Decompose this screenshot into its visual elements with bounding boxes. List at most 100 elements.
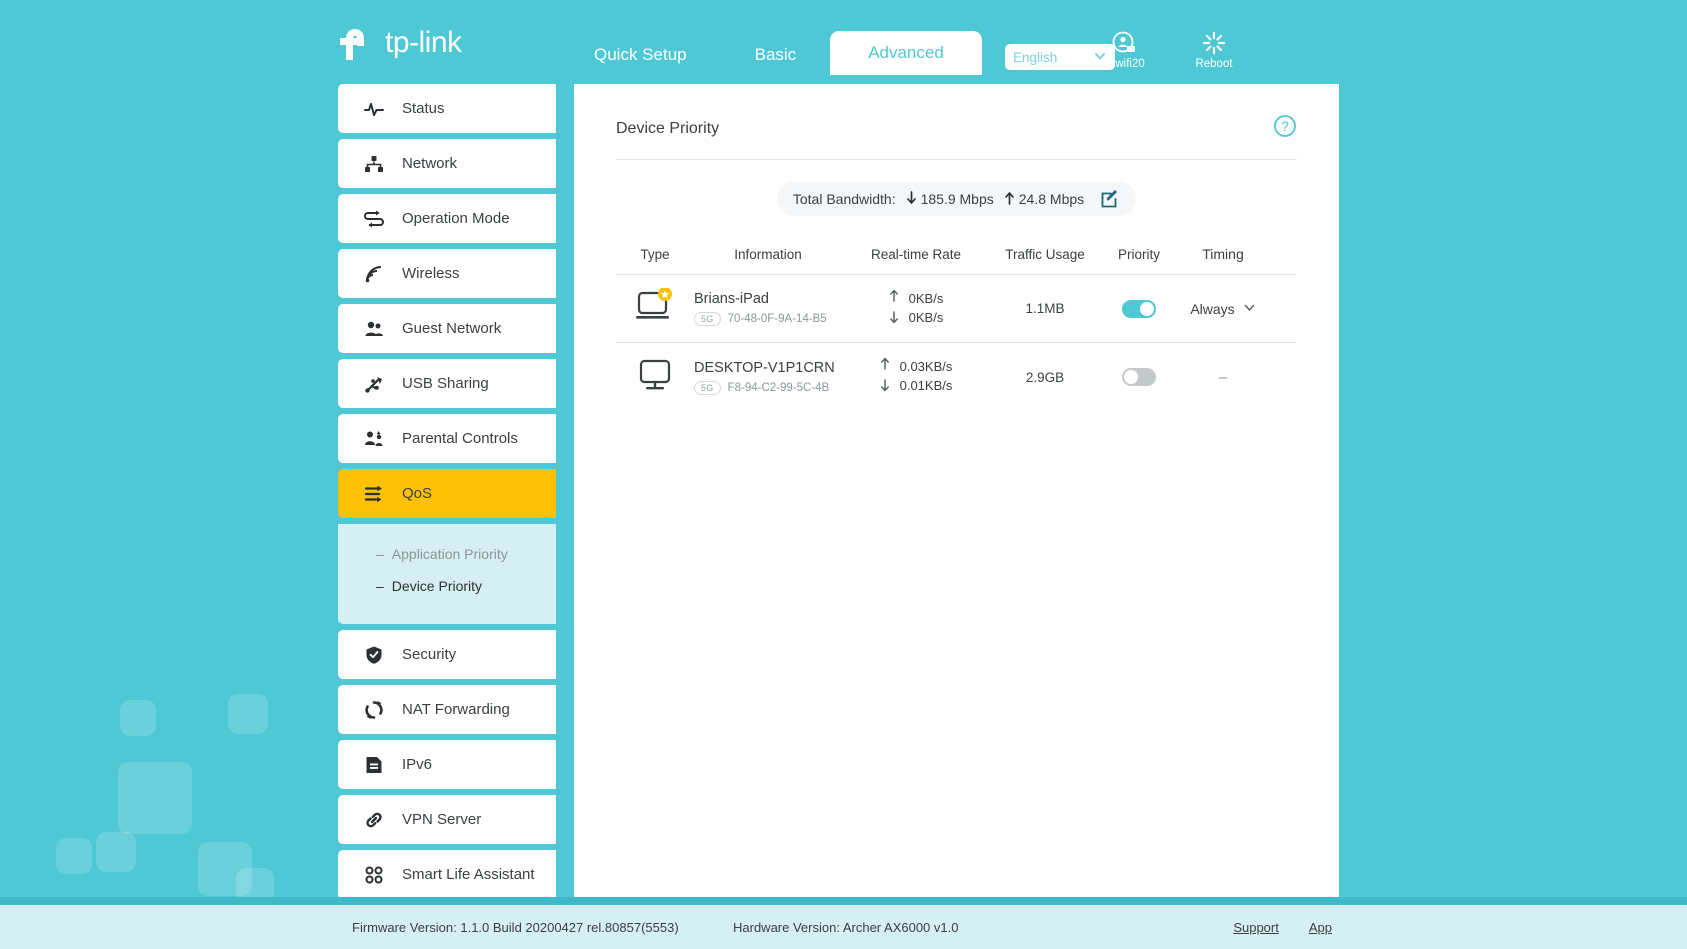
sidebar-item-guest-network[interactable]: Guest Network xyxy=(338,304,556,353)
total-bandwidth-pill: Total Bandwidth: 185.9 Mbps 24.8 Mbps xyxy=(776,182,1137,216)
band-badge: 5G xyxy=(694,312,721,326)
sidebar-item-nat-forwarding[interactable]: NAT Forwarding xyxy=(338,685,556,734)
footer-accent-strip xyxy=(0,897,1687,905)
decor-block xyxy=(56,838,92,874)
shield-icon xyxy=(364,645,384,665)
reboot-icon xyxy=(1202,31,1226,55)
arrow-down-icon xyxy=(880,379,890,397)
arrow-down-icon xyxy=(889,310,899,329)
band-badge: 5G xyxy=(694,380,721,395)
sidebar-item-label: IPv6 xyxy=(402,756,433,773)
tplink-logo: tp-link xyxy=(336,22,462,64)
account-icon xyxy=(1112,31,1135,53)
network-icon xyxy=(364,154,384,174)
sidebar-item-parental-controls[interactable]: Parental Controls xyxy=(338,414,556,463)
sidebar-item-operation-mode[interactable]: Operation Mode xyxy=(338,194,556,243)
sidebar-item-label: VPN Server xyxy=(402,811,482,828)
sidebar-item-label: Status xyxy=(402,100,445,117)
chevron-down-icon xyxy=(1243,301,1256,317)
sidebar-item-smart-life-assistant[interactable]: Smart Life Assistant xyxy=(338,850,556,899)
sidebar-item-usb-sharing[interactable]: USB Sharing xyxy=(338,359,556,408)
sidebar-item-security[interactable]: Security xyxy=(338,630,556,679)
device-type-cell xyxy=(616,357,694,398)
arrow-up-icon xyxy=(889,289,899,307)
account-button[interactable]: axwifi20 xyxy=(1096,30,1152,70)
sidebar-item-network[interactable]: Network xyxy=(338,139,556,188)
device-info-cell: DESKTOP-V1P1CRN 5G F8-94-C2-99-5C-4B xyxy=(694,360,842,395)
rate-download: 0KB/s xyxy=(908,309,944,325)
priority-cell xyxy=(1100,299,1178,318)
priority-toggle[interactable] xyxy=(1122,368,1156,386)
traffic-usage-cell: 1.1MB xyxy=(1025,301,1065,316)
sidebar-nav: Status Network Operation Mode Wireless G… xyxy=(338,84,556,905)
pulse-icon xyxy=(364,99,384,119)
rate-values: 0KB/s 0KB/s xyxy=(909,290,944,328)
swap-icon xyxy=(364,209,384,229)
sidebar-subitem-label: Device Priority xyxy=(391,578,483,594)
toggle-knob xyxy=(1124,370,1138,384)
arrow-up-icon xyxy=(880,357,890,375)
timing-cell[interactable]: Always xyxy=(1178,301,1268,317)
link-icon xyxy=(364,810,384,830)
rate-upload: 0KB/s xyxy=(908,290,944,306)
decor-block xyxy=(228,694,268,734)
tplink-logo-mark xyxy=(336,22,378,64)
sidebar-item-vpn-server[interactable]: VPN Server xyxy=(338,795,556,844)
column-header-realtime-rate: Real-time Rate xyxy=(870,246,962,262)
sidebar-subitem-label: Application Priority xyxy=(391,546,508,562)
sidebar-subitem-device-priority[interactable]: – Device Priority xyxy=(338,570,556,602)
table-row: DESKTOP-V1P1CRN 5G F8-94-C2-99-5C-4B 0.0… xyxy=(616,343,1297,411)
support-link[interactable]: Support xyxy=(1233,920,1279,935)
svg-text:?: ? xyxy=(1281,118,1289,134)
download-value: 185.9 Mbps xyxy=(920,191,994,207)
submenu-dash: – xyxy=(376,578,384,594)
arrow-up-icon xyxy=(1004,191,1015,208)
realtime-rate-cell: 0.03KB/s 0.01KB/s xyxy=(842,357,990,397)
desktop-icon xyxy=(635,357,675,398)
device-name: DESKTOP-V1P1CRN xyxy=(694,359,835,376)
sidebar-item-qos[interactable]: QoS xyxy=(338,469,556,518)
sidebar-item-wireless[interactable]: Wireless xyxy=(338,249,556,298)
priority-toggle[interactable] xyxy=(1122,299,1156,318)
device-sub-info: 5G F8-94-C2-99-5C-4B xyxy=(694,380,842,395)
language-value: English xyxy=(1013,49,1058,65)
reboot-button[interactable]: Reboot xyxy=(1186,30,1242,70)
upload-value: 24.8 Mbps xyxy=(1018,191,1085,207)
page-header: Device Priority ? xyxy=(616,114,1297,160)
reboot-label: Reboot xyxy=(1195,58,1233,70)
tab-basic[interactable]: Basic xyxy=(721,36,831,74)
firmware-version: Firmware Version: 1.1.0 Build 20200427 r… xyxy=(352,919,679,935)
tab-advanced[interactable]: Advanced xyxy=(830,31,982,75)
device-priority-table: Type Information Real-time Rate Traffic … xyxy=(616,246,1297,411)
page-title: Device Priority xyxy=(616,119,720,137)
wifi-icon xyxy=(364,264,384,284)
help-circle-icon[interactable]: ? xyxy=(1273,114,1297,143)
sidebar-item-label: Parental Controls xyxy=(402,430,518,447)
rate-values: 0.03KB/s 0.01KB/s xyxy=(900,358,953,396)
nat-icon xyxy=(364,700,384,720)
parental-icon xyxy=(364,429,384,449)
sidebar-item-label: Guest Network xyxy=(402,320,502,337)
device-type-cell xyxy=(616,287,694,329)
column-header-type: Type xyxy=(640,246,670,262)
main-tabs: Quick Setup Basic Advanced xyxy=(560,0,982,82)
sidebar-item-label: Wireless xyxy=(402,265,460,282)
grid-icon xyxy=(364,865,384,885)
tab-quick-setup[interactable]: Quick Setup xyxy=(560,36,721,74)
rate-arrows xyxy=(880,357,890,397)
sidebar-item-status[interactable]: Status xyxy=(338,84,556,133)
edit-bandwidth-button[interactable] xyxy=(1100,189,1120,209)
sidebar-item-ipv6[interactable]: IPv6 xyxy=(338,740,556,789)
traffic-usage-cell: 2.9GB xyxy=(1025,369,1065,385)
device-mac: F8-94-C2-99-5C-4B xyxy=(727,381,830,394)
decor-block xyxy=(198,842,252,896)
app-link[interactable]: App xyxy=(1309,920,1332,935)
arrow-down-icon xyxy=(906,190,917,208)
sidebar-subitem-application-priority[interactable]: – Application Priority xyxy=(338,538,556,570)
timing-value: – xyxy=(1218,368,1228,386)
rate-arrows xyxy=(889,289,899,329)
sidebar-item-label: Security xyxy=(402,646,457,663)
timing-value: Always xyxy=(1190,300,1235,317)
qos-icon xyxy=(364,484,384,504)
column-header-information: Information xyxy=(734,246,802,262)
